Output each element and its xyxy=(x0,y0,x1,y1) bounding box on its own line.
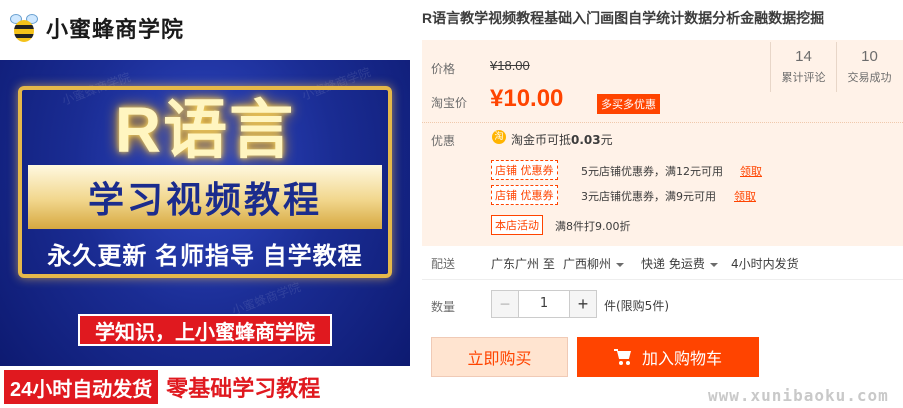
quantity-increase-button[interactable]: + xyxy=(569,290,597,318)
claim-coupon-link[interactable]: 领取 xyxy=(734,188,756,204)
coupon-text: 5元店铺优惠券，满12元可用 xyxy=(581,165,723,178)
hero-big-title: R语言 xyxy=(114,94,296,166)
hero-band: 学习视频教程 xyxy=(28,165,382,229)
quantity-label: 数量 xyxy=(431,300,456,314)
buy-now-button[interactable]: 立即购买 xyxy=(431,337,568,377)
ship-method-selector[interactable]: 快递 免运费 xyxy=(641,255,718,272)
shop-activity-tag: 本店活动 xyxy=(491,215,543,235)
original-price: ¥18.00 xyxy=(490,58,530,73)
purchase-limit-text: 件(限购5件) xyxy=(604,299,669,313)
site-watermark: www.xunibaoku.com xyxy=(708,386,889,405)
deals-count-label: 交易成功 xyxy=(847,71,892,84)
current-price: ¥10.00 xyxy=(490,85,564,112)
coupon-text: 3元店铺优惠券，满9元可用 xyxy=(581,190,716,203)
activity-text: 满8件打9.00折 xyxy=(555,220,631,233)
review-count-stat[interactable]: 14 累计评论 xyxy=(770,42,836,92)
taobao-coin-icon: 淘 xyxy=(492,130,506,144)
cart-icon xyxy=(613,349,632,365)
hero-band-text: 学习视频教程 xyxy=(87,179,322,220)
add-to-cart-button[interactable]: 加入购物车 xyxy=(577,337,759,377)
chevron-down-icon xyxy=(709,262,718,267)
ship-from: 广东广州 至 xyxy=(491,257,555,271)
shop-coupon-tag: 店铺 优惠券 xyxy=(491,160,558,180)
review-count: 14 xyxy=(795,48,812,65)
review-count-label: 累计评论 xyxy=(781,71,826,84)
add-to-cart-label: 加入购物车 xyxy=(641,349,722,368)
hero-bottom-bar: 24小时自动发货 零基础学习教程 xyxy=(0,366,410,408)
quantity-stepper: − 1 + xyxy=(491,290,597,318)
chevron-down-icon xyxy=(616,262,625,267)
hero-slogan: 永久更新 名师指导 自学教程 xyxy=(47,242,363,270)
discount-label: 优惠 xyxy=(431,134,456,148)
hero-bottom-right: 零基础学习教程 xyxy=(166,376,321,401)
ship-to-selector[interactable]: 广西柳州 xyxy=(563,255,625,272)
product-title: R语言教学视频教程基础入门画图自学统计数据分析金融数据挖掘 xyxy=(422,10,825,26)
bee-icon xyxy=(6,10,42,46)
shipping-label: 配送 xyxy=(431,257,456,271)
separator xyxy=(422,279,903,280)
price-label: 价格 xyxy=(431,62,456,76)
hero-bottom-left: 24小时自动发货 xyxy=(4,370,159,404)
taobao-price-label: 淘宝价 xyxy=(431,96,468,110)
shop-coupon-tag: 店铺 优惠券 xyxy=(491,185,558,205)
coin-deduction-text: 淘金币可抵0.03元 xyxy=(511,133,613,147)
brand-logo-text: 小蜜蜂商学院 xyxy=(46,17,185,42)
ship-time: 4小时内发货 xyxy=(731,257,799,271)
product-image[interactable]: 小蜜蜂商学院 小蜜蜂商学院 小蜜蜂商学院 小蜜蜂商学院 R语言 学习视频教程 永… xyxy=(0,0,410,408)
brand-logo: 小蜜蜂商学院 xyxy=(6,10,184,46)
multi-buy-badge[interactable]: 多买多优惠 xyxy=(597,94,660,114)
hero-red-banner: 学知识，上小蜜蜂商学院 xyxy=(78,314,332,346)
deals-count-stat: 10 交易成功 xyxy=(836,42,902,92)
claim-coupon-link[interactable]: 领取 xyxy=(740,163,762,179)
quantity-decrease-button[interactable]: − xyxy=(491,290,519,318)
deals-count: 10 xyxy=(861,48,878,65)
promo-divider xyxy=(422,122,903,123)
quantity-input[interactable]: 1 xyxy=(519,290,569,318)
